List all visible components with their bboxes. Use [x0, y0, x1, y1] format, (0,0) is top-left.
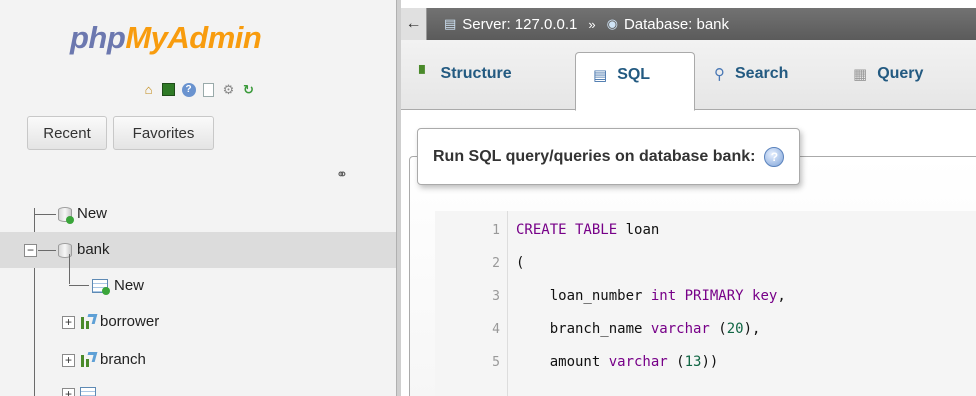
arrow-left-icon: ←: [405, 15, 422, 32]
sql-keyword: CREATE TABLE: [516, 222, 618, 238]
sql-keyword: PRIMARY key: [684, 288, 778, 304]
line-number: 4: [492, 322, 500, 337]
line-number: 3: [492, 289, 500, 304]
tab-search[interactable]: ⚲ Search: [714, 52, 788, 110]
tree-item-borrower[interactable]: + borrower: [0, 304, 396, 340]
tree-branch-line: [38, 250, 56, 251]
line-number-gutter: 1 2 3 4 5: [435, 211, 508, 396]
sql-identifier: loan: [617, 222, 660, 238]
table-icon: [80, 387, 96, 396]
sql-editor[interactable]: 1 2 3 4 5 CREATE TABLE loan ( loan_numbe…: [435, 211, 976, 396]
recent-button[interactable]: Recent: [27, 116, 107, 150]
breadcrumb-separator: »: [588, 16, 596, 32]
code-line: CREATE TABLE loan: [516, 222, 659, 238]
code-line: loan_number int PRIMARY key,: [516, 288, 786, 304]
phpmyadmin-logo[interactable]: phpMyAdmin: [70, 20, 262, 56]
sql-punctuation: )): [701, 354, 719, 370]
new-table-icon: [92, 279, 110, 295]
sql-number: 20: [726, 321, 744, 337]
tree-item-new-table[interactable]: New: [0, 268, 396, 304]
navigation-panel: phpMyAdmin ⌂ ? ⚙ ↻ Recent Favorites ⚭ Ne…: [0, 0, 396, 396]
table-structure-icon: [79, 314, 98, 329]
expand-icon[interactable]: +: [62, 388, 75, 396]
breadcrumb-server[interactable]: ▤ Server: 127.0.0.1: [444, 16, 577, 33]
docs-icon[interactable]: [200, 81, 217, 98]
query-icon: ▦: [853, 66, 868, 83]
sql-query-legend-text: Run SQL query/queries on database bank:: [433, 147, 756, 165]
server-icon: ▤: [444, 16, 457, 31]
line-number: 2: [492, 256, 500, 271]
sql-punctuation: (: [709, 321, 727, 337]
tree-branch-line: [69, 285, 89, 286]
structure-icon: ▘: [419, 66, 431, 83]
logout-icon[interactable]: [160, 81, 177, 98]
sql-identifier: loan_number: [516, 288, 651, 304]
tab-search-label: Search: [735, 65, 789, 82]
sql-type: int: [650, 288, 677, 304]
sql-identifier: amount: [516, 354, 609, 370]
search-icon: ⚲: [714, 66, 725, 83]
home-icon[interactable]: ⌂: [140, 81, 157, 98]
sql-type: varchar: [650, 321, 710, 337]
expand-icon[interactable]: +: [62, 316, 75, 329]
sql-query-legend: Run SQL query/queries on database bank: …: [417, 128, 801, 185]
tab-query[interactable]: ▦ Query: [853, 52, 923, 110]
table-structure-icon: [79, 352, 98, 367]
line-number: 1: [492, 223, 500, 238]
expand-icon[interactable]: +: [62, 354, 75, 367]
sql-punctuation: ,: [777, 288, 786, 304]
tab-sql[interactable]: ▤ SQL: [575, 52, 695, 111]
code-line: branch_name varchar (20),: [516, 321, 761, 337]
sql-punctuation: (: [516, 255, 525, 271]
sql-identifier: branch_name: [516, 321, 651, 337]
tree-item-bank-label: bank: [77, 241, 110, 258]
tree-item-new-label: New: [77, 205, 108, 222]
collapse-icon[interactable]: −: [24, 244, 37, 257]
help-icon[interactable]: ?: [764, 146, 785, 167]
sql-punctuation: (: [667, 354, 685, 370]
sql-icon: ▤: [593, 67, 608, 84]
tree-item-new[interactable]: New: [0, 196, 396, 232]
tree-item-branch-label: branch: [100, 351, 146, 368]
settings-icon[interactable]: ⚙: [220, 81, 237, 98]
breadcrumb-database[interactable]: ◉ Database: bank: [607, 16, 729, 33]
tree-item-bank[interactable]: − bank: [0, 232, 396, 268]
breadcrumb: ← ▤ Server: 127.0.0.1 » ◉ Database: bank: [401, 8, 976, 40]
breadcrumb-server-label: Server: 127.0.0.1: [462, 15, 578, 33]
logo-text-myadmin: MyAdmin: [125, 20, 262, 55]
tree-item-borrower-label: borrower: [100, 313, 160, 330]
code-line: amount varchar (13)): [516, 354, 719, 370]
logo-text-php: php: [70, 20, 126, 55]
tree-branch-line: [34, 214, 56, 215]
database-icon: ◉: [606, 16, 618, 31]
help-icon[interactable]: ?: [180, 81, 197, 98]
code-line: (: [516, 255, 524, 271]
line-number: 5: [492, 355, 500, 370]
link-with-main-panel-icon[interactable]: ⚭: [336, 166, 348, 183]
breadcrumb-database-label: Database: bank: [623, 15, 730, 33]
main-panel: ← ▤ Server: 127.0.0.1 » ◉ Database: bank…: [401, 0, 976, 396]
new-database-icon: [58, 207, 74, 224]
sql-whitespace: [676, 288, 684, 304]
sql-type: varchar: [608, 354, 668, 370]
collapse-nav-button[interactable]: ←: [401, 8, 427, 40]
sql-punctuation: ),: [743, 321, 761, 337]
tree-item-new-table-label: New: [114, 277, 145, 294]
sql-number: 13: [684, 354, 702, 370]
nav-icon-bar: ⌂ ? ⚙ ↻: [140, 81, 257, 98]
tree-item-branch[interactable]: + branch: [0, 342, 396, 378]
tab-sql-label: SQL: [617, 66, 651, 83]
tree-item-partial[interactable]: +: [0, 382, 396, 396]
favorites-button[interactable]: Favorites: [113, 116, 214, 150]
tab-structure-label: Structure: [440, 65, 512, 82]
tab-structure[interactable]: ▘ Structure: [419, 52, 512, 110]
tab-bar: ▘ Structure ▤ SQL ⚲ Search ▦ Query: [401, 40, 976, 111]
reload-icon[interactable]: ↻: [240, 81, 257, 98]
tab-query-label: Query: [877, 65, 924, 82]
